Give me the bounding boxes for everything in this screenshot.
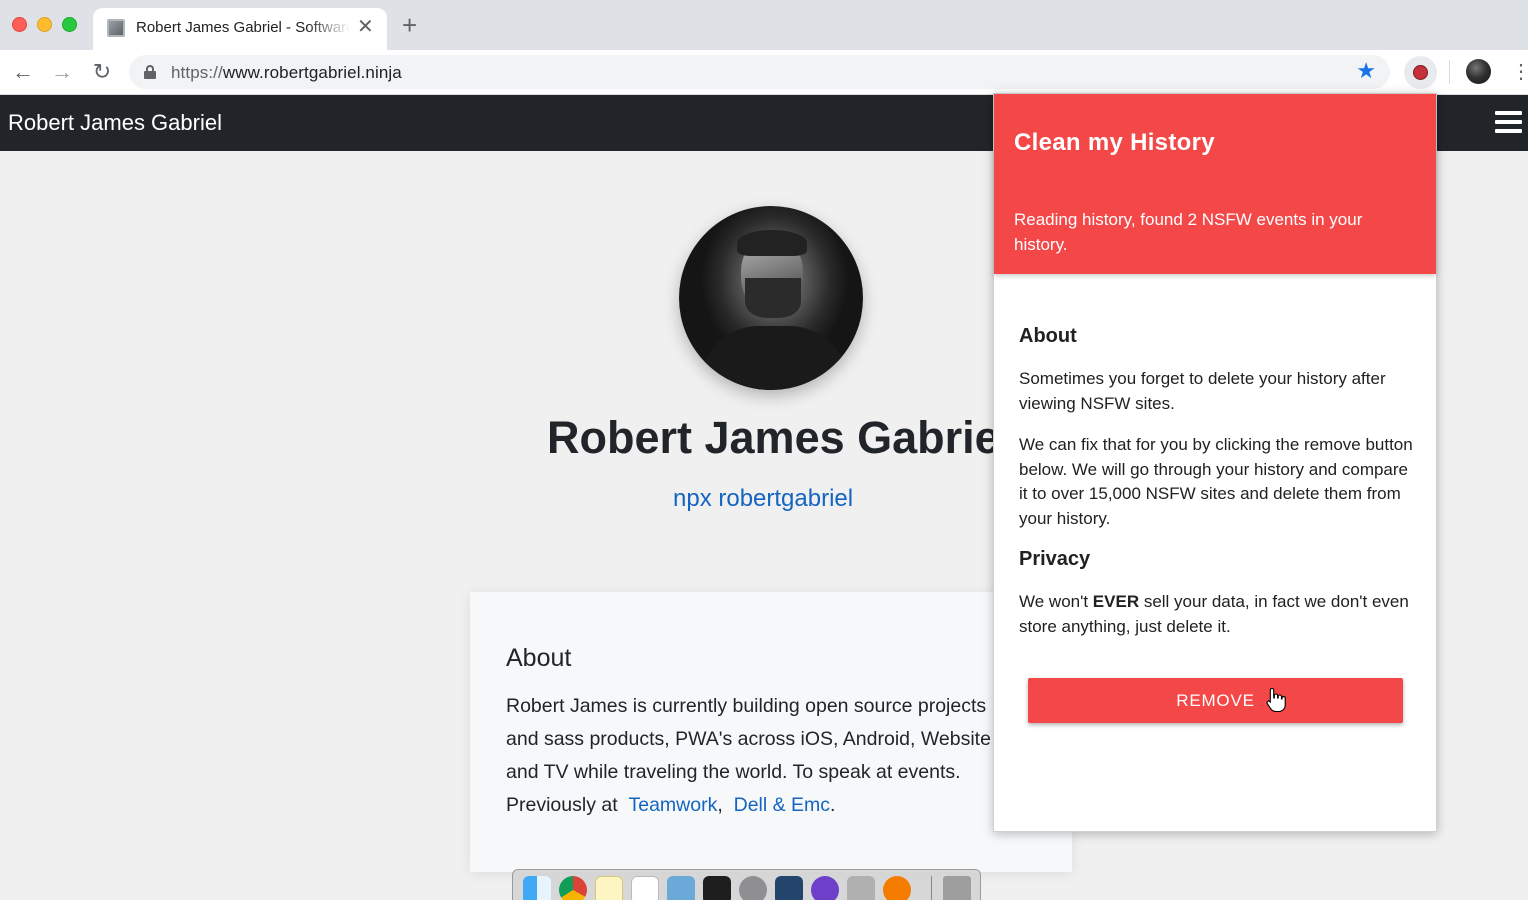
terminal-icon[interactable]: [703, 876, 731, 900]
hand-pointer-cursor-icon: [1266, 687, 1286, 713]
forward-arrow-icon[interactable]: →: [48, 58, 76, 86]
chrome-icon[interactable]: [559, 876, 587, 900]
vscode-icon[interactable]: [775, 876, 803, 900]
toolbar-divider: [1449, 60, 1450, 84]
about-line: Previously at Teamwork, Dell & Emc.: [506, 789, 1066, 822]
browser-tab[interactable]: Robert James Gabriel - Software Engineer…: [93, 8, 387, 50]
finder-icon[interactable]: [523, 876, 551, 900]
about-text: Robert James is currently building open …: [506, 690, 1066, 822]
lock-icon[interactable]: [144, 65, 156, 79]
macos-dock: [512, 869, 981, 900]
address-bar[interactable]: https://www.robertgabriel.ninja ★: [129, 55, 1390, 89]
popup-about-text-2: We can fix that for you by clicking the …: [1019, 435, 1413, 528]
url-text[interactable]: https://www.robertgabriel.ninja: [171, 63, 402, 83]
popup-about-heading: About: [1019, 325, 1077, 347]
github-icon[interactable]: [811, 876, 839, 900]
reload-icon[interactable]: ↻: [88, 58, 116, 86]
fox-icon[interactable]: [883, 876, 911, 900]
browser-menu-icon[interactable]: ⋮: [1511, 58, 1528, 86]
popup-body: About Sometimes you forget to delete you…: [1019, 325, 1414, 656]
privacy-text-start: We won't: [1019, 592, 1093, 611]
close-tab-icon[interactable]: ✕: [357, 16, 374, 38]
tool-icon[interactable]: [847, 876, 875, 900]
about-card: About Robert James is currently building…: [470, 592, 1072, 872]
popup-about-text: Sometimes you forget to delete your hist…: [1019, 369, 1386, 413]
remove-button[interactable]: REMOVE: [1028, 678, 1403, 723]
comma: ,: [717, 794, 723, 816]
dock-separator: [931, 876, 932, 900]
browser-toolbar: ← → ↻ https://www.robertgabriel.ninja ★ …: [0, 50, 1528, 95]
url-scheme: https://: [171, 63, 223, 82]
hero-name: Robert James Gabriel: [547, 412, 1013, 463]
close-window-button[interactable]: [12, 17, 27, 32]
profile-avatar-icon[interactable]: [1466, 59, 1491, 84]
about-line: and TV while traveling the world. To spe…: [506, 761, 961, 783]
hamburger-menu-icon[interactable]: [1495, 111, 1522, 135]
trash-icon[interactable]: [943, 876, 971, 900]
site-brand-link[interactable]: Robert James Gabriel: [8, 110, 222, 136]
clean-history-extension-icon[interactable]: [1404, 56, 1437, 89]
back-arrow-icon[interactable]: ←: [9, 58, 37, 86]
privacy-emphasis: EVER: [1092, 592, 1140, 611]
url-host: www.robertgabriel.ninja: [222, 63, 402, 82]
popup-privacy-heading: Privacy: [1019, 548, 1091, 570]
new-tab-button[interactable]: +: [402, 12, 417, 38]
notes-icon[interactable]: [595, 876, 623, 900]
textedit-icon[interactable]: [631, 876, 659, 900]
about-line: and sass products, PWA's across iOS, And…: [506, 728, 991, 750]
minimize-window-button[interactable]: [37, 17, 52, 32]
tab-title: Robert James Gabriel - Software Engineer: [136, 19, 350, 36]
tab-bar: Robert James Gabriel - Software Engineer…: [0, 0, 1528, 50]
maximize-window-button[interactable]: [62, 17, 77, 32]
popup-title: Clean my History: [1014, 129, 1215, 156]
dell-emc-link[interactable]: Dell & Emc: [734, 794, 830, 816]
period: .: [830, 794, 836, 816]
popup-privacy-text: We won't EVER sell your data, in fact we…: [1019, 590, 1414, 639]
teamwork-link[interactable]: Teamwork: [628, 794, 717, 816]
about-line: Robert James is currently building open …: [506, 695, 987, 717]
system-preferences-icon[interactable]: [739, 876, 767, 900]
profile-photo: [679, 206, 863, 390]
bookmark-star-icon[interactable]: ★: [1356, 58, 1376, 84]
popup-status-text: Reading history, found 2 NSFW events in …: [1014, 210, 1363, 254]
about-heading: About: [506, 644, 572, 672]
favicon-icon: [107, 19, 125, 37]
previously-label: Previously at: [506, 794, 618, 816]
npx-command-link[interactable]: npx robertgabriel: [673, 485, 853, 513]
preview-icon[interactable]: [667, 876, 695, 900]
popup-header: Clean my History Reading history, found …: [994, 94, 1436, 274]
extension-popup: Clean my History Reading history, found …: [993, 93, 1437, 832]
